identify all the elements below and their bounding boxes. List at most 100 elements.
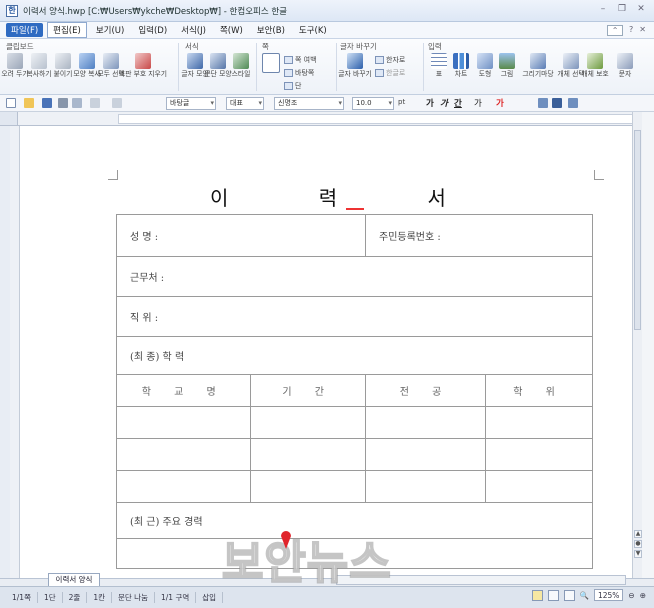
position-cell[interactable]: 직 위 : <box>116 296 593 337</box>
edu-cell[interactable] <box>365 470 486 503</box>
ruler-corner <box>0 112 18 126</box>
undo-icon[interactable] <box>90 98 100 108</box>
bold-button[interactable]: 가 <box>426 97 434 109</box>
strike-button[interactable]: 가 <box>474 97 482 109</box>
clear-codes-button[interactable]: 조판 부호 지우기 <box>119 53 167 78</box>
close-icon[interactable]: ✕ <box>636 4 646 14</box>
chart-button[interactable]: 차트 <box>450 53 472 78</box>
master-page-icon <box>284 69 293 77</box>
object-protect-button[interactable]: 개체 보호 <box>581 53 609 78</box>
vertical-scrollbar[interactable]: ▲ ● ▼ <box>632 112 642 578</box>
menu-format[interactable]: 서식(J) <box>176 23 211 37</box>
hangul-icon <box>375 69 384 77</box>
style-button[interactable]: 스타일 <box>230 53 252 78</box>
menu-tools[interactable]: 도구(K) <box>294 23 332 37</box>
page-margin-button[interactable] <box>260 53 282 73</box>
page-view-icon[interactable] <box>563 589 575 601</box>
edu-cell[interactable] <box>115 406 252 439</box>
ssn-cell[interactable]: 주민등록번호 : <box>365 214 593 257</box>
preview-icon[interactable] <box>72 98 82 108</box>
edu-cell[interactable] <box>250 406 366 439</box>
align-center-icon[interactable] <box>568 98 578 108</box>
edu-period-header[interactable]: 기 간 <box>250 374 366 407</box>
menu-page[interactable]: 쪽(W) <box>215 23 248 37</box>
normal-view-icon[interactable] <box>531 589 543 601</box>
page-margin-small[interactable]: 쪽 여백 <box>284 55 317 65</box>
underline-button[interactable]: 간 <box>454 97 462 109</box>
edu-cell[interactable] <box>365 406 486 439</box>
restore-icon[interactable]: ❐ <box>617 4 627 14</box>
collapse-ribbon-icon[interactable]: ⌃ <box>607 25 624 36</box>
horizontal-ruler[interactable] <box>18 112 636 126</box>
master-page-button[interactable]: 바탕쪽 <box>284 68 314 78</box>
menu-view[interactable]: 보기(U) <box>91 23 130 37</box>
language-select[interactable]: 대표 <box>226 97 264 110</box>
char-shape-button[interactable]: 글자 모양 <box>181 53 209 78</box>
menu-security[interactable]: 보안(B) <box>252 23 290 37</box>
education-header-cell[interactable]: (최 종) 학 력 <box>116 336 593 375</box>
edu-cell[interactable] <box>485 406 593 439</box>
font-select[interactable]: 신명조 <box>274 97 344 110</box>
minimize-icon[interactable]: – <box>598 4 608 14</box>
table-button[interactable]: 표 <box>428 53 450 78</box>
edu-cell[interactable] <box>250 470 366 503</box>
web-view-icon[interactable] <box>547 589 559 601</box>
edu-cell[interactable] <box>485 470 593 503</box>
zoom-out-icon[interactable]: ⊖ <box>628 591 634 600</box>
zoom-in-icon[interactable]: ⊕ <box>640 591 646 600</box>
name-cell[interactable]: 성 명 : <box>116 214 366 257</box>
font-color-button[interactable]: 가 <box>496 97 504 109</box>
edu-cell[interactable] <box>485 438 593 471</box>
edu-major-header[interactable]: 전 공 <box>365 374 486 407</box>
style-select[interactable]: 바탕글 <box>166 97 216 110</box>
new-doc-icon[interactable] <box>6 98 16 108</box>
italic-button[interactable]: 가 <box>440 97 448 109</box>
copy-button[interactable]: 복사하기 <box>27 53 52 78</box>
cut-button[interactable]: 오려 두기 <box>1 53 29 78</box>
columns-button[interactable]: 단 <box>284 81 301 91</box>
align-justify-icon[interactable] <box>552 98 562 108</box>
shape-button[interactable]: 도형 <box>474 53 496 78</box>
redo-icon[interactable] <box>112 98 122 108</box>
workplace-cell[interactable]: 근무처 : <box>116 256 593 297</box>
to-hangul-button[interactable]: 한글로 <box>375 68 405 78</box>
para-shape-button[interactable]: 문단 모양 <box>204 53 232 78</box>
browse-object-icon[interactable]: ● <box>634 540 642 548</box>
open-folder-icon[interactable] <box>24 98 34 108</box>
status-line: 2줄 <box>63 592 88 603</box>
print-icon[interactable] <box>58 98 68 108</box>
vertical-scroll-thumb[interactable] <box>634 130 641 330</box>
drawing-gallery-button[interactable]: 그리기마당 <box>520 53 556 78</box>
hwp-app-icon[interactable]: 한 <box>6 4 18 17</box>
to-hanja-button[interactable]: 한자로 <box>375 55 405 65</box>
edu-cell[interactable] <box>365 438 486 471</box>
prev-page-icon[interactable]: ▲ <box>634 530 642 538</box>
align-left-icon[interactable] <box>538 98 548 108</box>
eraser-icon <box>135 53 151 69</box>
char-change-button[interactable]: 글자 바꾸기 <box>338 53 372 78</box>
menu-edit[interactable]: 편집(E) <box>47 22 87 38</box>
menu-file[interactable]: 파일(F) <box>6 23 44 37</box>
save-icon[interactable] <box>42 98 52 108</box>
symbol-button[interactable]: 문자 <box>614 53 636 78</box>
next-page-icon[interactable]: ▼ <box>634 550 642 558</box>
resume-form-table[interactable]: 성 명 : 주민등록번호 : 근무처 : 직 위 : (최 종) 학 력 학 교… <box>115 214 593 569</box>
paste-button[interactable]: 붙이기 <box>52 53 74 78</box>
format-copy-button[interactable]: 모양 복사 <box>73 53 101 78</box>
font-size-select[interactable]: 10.0 <box>352 97 394 110</box>
help-icon[interactable]: ? <box>629 25 633 36</box>
vertical-ruler[interactable] <box>10 126 20 578</box>
close-doc-icon[interactable]: ✕ <box>639 25 646 36</box>
object-select-button[interactable]: 개체 선택 <box>557 53 585 78</box>
edu-school-header[interactable]: 학 교 명 <box>115 374 252 407</box>
edu-cell[interactable] <box>250 438 366 471</box>
edu-degree-header[interactable]: 학 위 <box>485 374 593 407</box>
picture-button[interactable]: 그림 <box>496 53 518 78</box>
edu-cell[interactable] <box>115 438 252 471</box>
zoom-magnifier-icon[interactable]: 🔍 <box>580 591 589 600</box>
menu-insert[interactable]: 입력(D) <box>133 23 172 37</box>
zoom-level[interactable]: 125% <box>593 589 624 601</box>
edu-cell[interactable] <box>115 470 252 503</box>
status-mode[interactable]: 삽입 <box>196 592 224 603</box>
doc-tab[interactable]: 이력서 양식 <box>48 573 100 586</box>
